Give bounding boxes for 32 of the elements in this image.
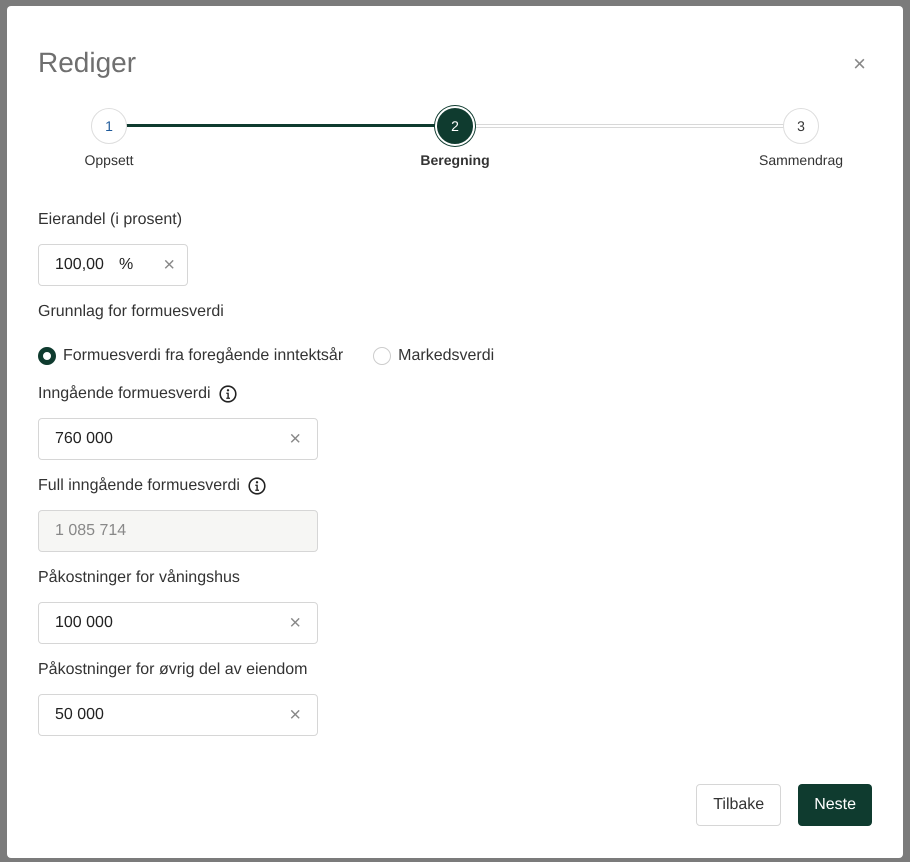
field-label: Full inngående formuesverdi bbox=[38, 476, 240, 496]
info-icon[interactable] bbox=[218, 385, 237, 403]
dialog-title: Rediger bbox=[38, 46, 136, 80]
input-field[interactable]: 760 000 × bbox=[38, 418, 318, 460]
back-button[interactable]: Tilbake bbox=[696, 784, 782, 826]
field-label: Inngående formuesverdi bbox=[38, 384, 211, 404]
field-value: 1 085 714 bbox=[55, 521, 126, 541]
field-label: Grunnlag for formuesverdi bbox=[38, 302, 224, 322]
step-label: Beregning bbox=[420, 151, 490, 170]
close-button[interactable]: × bbox=[853, 46, 866, 80]
step-label: Sammendrag bbox=[758, 151, 844, 170]
field-value: 50 000 bbox=[55, 705, 104, 725]
field-value: 100,00 bbox=[55, 255, 104, 275]
input-field[interactable]: 50 000 × bbox=[38, 694, 318, 736]
radio-option[interactable]: Markedsverdi bbox=[373, 344, 494, 368]
info-icon[interactable] bbox=[248, 477, 266, 495]
input-field[interactable]: 100 000 × bbox=[38, 602, 318, 644]
unit-label: % bbox=[118, 255, 134, 275]
next-button[interactable]: Neste bbox=[798, 784, 872, 826]
step-label: Oppsett bbox=[84, 151, 134, 170]
field-value: 100 000 bbox=[55, 613, 113, 633]
field-value: 760 000 bbox=[55, 429, 113, 449]
clear-icon[interactable]: × bbox=[163, 255, 175, 275]
radio-option[interactable]: Formuesverdi fra foregående inntektsår bbox=[38, 344, 344, 368]
percent-field[interactable]: 100,00 % × bbox=[38, 244, 188, 286]
field-label: Påkostninger for våningshus bbox=[38, 568, 240, 588]
clear-icon[interactable]: × bbox=[289, 705, 301, 725]
radio-button[interactable] bbox=[38, 347, 56, 365]
field-label: Eierandel (i prosent) bbox=[38, 210, 182, 230]
clear-icon[interactable]: × bbox=[289, 613, 301, 633]
field-label: Påkostninger for øvrig del av eiendom bbox=[38, 660, 308, 680]
clear-icon[interactable]: × bbox=[289, 429, 301, 449]
